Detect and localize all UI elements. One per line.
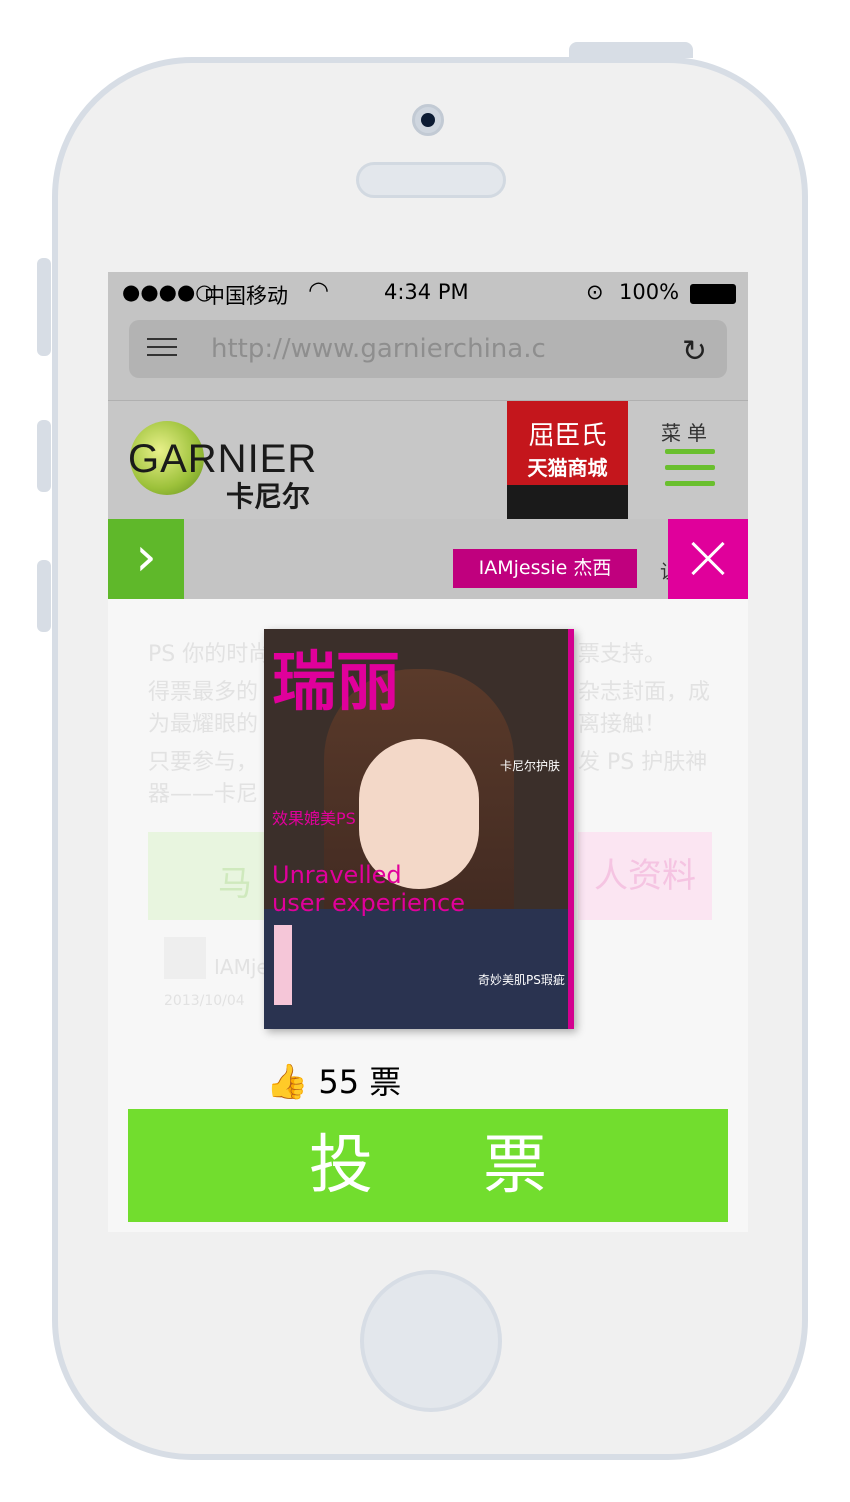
reload-icon[interactable]: ↻ <box>682 334 707 369</box>
battery-icon <box>690 284 736 304</box>
power-button <box>569 42 693 58</box>
bg-text-line5: 器——卡尼 <box>148 782 259 807</box>
phone-screen: ●●●●○ 中国移动 ◠ 4:34 PM ⊙ 100% http://www.g… <box>108 272 748 1232</box>
volume-down-button <box>37 560 51 632</box>
tmall-cat-icon <box>507 485 628 519</box>
bg-text-line1: PS 你的时尚 <box>148 642 271 667</box>
vote-number: 55 <box>318 1063 360 1101</box>
bg-text-line3: 为最耀眼的 <box>148 712 259 737</box>
next-arrow-button[interactable]: › <box>108 519 184 599</box>
bg-user-name: IAMje <box>214 955 269 979</box>
close-button[interactable] <box>668 519 748 599</box>
content-area: PS 你的时尚 票支持。 得票最多的 杂志封面，成 为最耀眼的 离接触！ 只要参… <box>108 599 748 1232</box>
avatar <box>164 937 206 979</box>
thumbs-up-icon: 👍 <box>266 1062 309 1102</box>
sub-navigation: › IAMjessie 杰西 让 <box>108 519 748 599</box>
reader-icon[interactable] <box>147 338 177 360</box>
wifi-icon: ◠ <box>308 276 329 304</box>
bg-text-line1-end: 票支持。 <box>578 642 667 667</box>
participate-label: 马 <box>218 864 252 904</box>
bg-text-line2-end: 杂志封面，成 <box>578 680 711 705</box>
cover-title: 瑞丽 <box>272 646 400 720</box>
tmall-line1: 屈臣氏 <box>528 421 607 451</box>
logo-cn: 卡尼尔 <box>226 480 311 513</box>
vote-count: 👍 55 票 <box>266 1057 401 1103</box>
vote-unit: 票 <box>369 1063 402 1101</box>
carrier-name: 中国移动 <box>204 284 288 308</box>
signal-strength: ●●●●○ <box>122 280 214 304</box>
status-bar: ●●●●○ 中国移动 ◠ 4:34 PM ⊙ 100% <box>108 272 748 314</box>
bg-text-line3-end: 离接触！ <box>578 712 667 737</box>
cover-line-c: user experience <box>272 889 465 917</box>
vote-button[interactable]: 投票 <box>128 1109 728 1222</box>
magazine-cover-image[interactable]: 瑞丽 效果媲美PS Unravelled user experience 卡尼尔… <box>264 629 574 1029</box>
cover-line-b: Unravelled <box>272 861 402 889</box>
product-tube <box>274 925 292 1005</box>
url-input[interactable]: http://www.garnierchina.c <box>211 334 561 364</box>
browser-toolbar: http://www.garnierchina.c ↻ <box>108 314 748 401</box>
user-tag[interactable]: IAMjessie 杰西 <box>453 549 637 588</box>
menu-label[interactable]: 菜单 <box>661 417 713 446</box>
tmall-banner[interactable]: 屈臣氏 天猫商城 <box>507 401 628 519</box>
battery-percent: 100% <box>619 280 680 304</box>
site-header: GARNIER 卡尼尔 屈臣氏 天猫商城 菜单 <box>108 401 748 519</box>
bg-text-line4: 只要参与， <box>148 750 259 775</box>
tmall-line2: 天猫商城 <box>527 456 608 480</box>
cover-bottom-text: 奇妙美肌PS瑕疵 <box>478 973 565 987</box>
rotation-lock-icon: ⊙ <box>586 280 604 304</box>
cover-side-text: 卡尼尔护肤 <box>500 759 561 773</box>
cover-line-a: 效果媲美PS <box>272 809 356 828</box>
bg-date: 2013/10/04 <box>164 993 245 1009</box>
bg-text-line2: 得票最多的 <box>148 680 259 705</box>
address-bar[interactable]: http://www.garnierchina.c ↻ <box>129 320 727 378</box>
cover-sweater <box>264 909 568 1029</box>
profile-button[interactable]: 人资料 <box>578 832 712 920</box>
speaker-grille <box>356 162 506 198</box>
volume-up-button <box>37 420 51 492</box>
front-camera <box>412 104 444 136</box>
clock: 4:34 PM <box>384 280 469 304</box>
bg-text-line4-end: 发 PS 护肤神 <box>578 750 708 775</box>
menu-icon[interactable] <box>665 449 715 497</box>
mute-switch <box>37 258 51 356</box>
home-button[interactable] <box>360 1270 502 1412</box>
